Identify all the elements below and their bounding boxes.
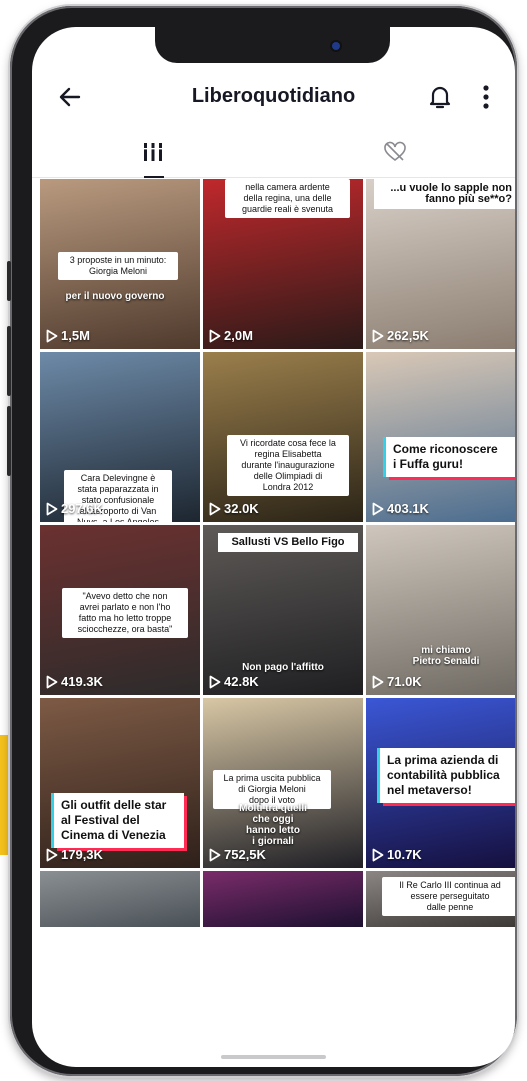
view-count: 2,0M — [209, 328, 253, 343]
video-overlay-text: per il nuovo governo — [65, 291, 165, 302]
more-vertical-icon — [483, 85, 489, 109]
home-indicator[interactable] — [221, 1055, 326, 1059]
play-icon — [46, 502, 58, 515]
more-options-button[interactable] — [474, 79, 498, 115]
video-caption: Come riconoscere i Fuffa guru! — [386, 437, 515, 477]
view-count-text: 419.3K — [61, 674, 103, 689]
volume-up-button — [7, 326, 11, 396]
play-icon — [209, 329, 221, 342]
volume-down-button — [7, 406, 11, 476]
view-count-text: 752,5K — [224, 847, 266, 862]
tab-videos[interactable] — [32, 127, 273, 178]
view-count: 419.3K — [46, 674, 103, 689]
play-icon — [209, 848, 221, 861]
video-thumbnail[interactable]: "Avevo detto che non avrei parlato e non … — [40, 525, 200, 695]
view-count-text: 2,0M — [224, 328, 253, 343]
play-icon — [372, 848, 384, 861]
view-count-text: 32.0K — [224, 501, 259, 516]
view-count: 71.0K — [372, 674, 422, 689]
phone-frame: Liberoquotidiano 3 proposte in un minuto… — [7, 6, 517, 1076]
view-count: 42.8K — [209, 674, 259, 689]
video-thumbnail[interactable]: mi chiamo Pietro Senaldi 71.0K — [366, 525, 515, 695]
view-count: 752,5K — [209, 847, 266, 862]
play-icon — [209, 502, 221, 515]
play-icon — [46, 329, 58, 342]
view-count: 1,5M — [46, 328, 90, 343]
video-thumbnail[interactable] — [203, 871, 363, 927]
play-icon — [209, 675, 221, 688]
video-thumbnail[interactable]: 3 proposte in un minuto: Giorgia Meloni pe… — [40, 179, 200, 349]
view-count: 297.6K — [46, 501, 103, 516]
video-caption: Vi ricordate cosa fece la regina Elisabet… — [227, 435, 349, 496]
view-count-text: 10.7K — [387, 847, 422, 862]
view-count-text: 42.8K — [224, 674, 259, 689]
mute-switch — [7, 261, 11, 301]
video-thumbnail[interactable]: La prima uscita pubblica di Giorgia Melon… — [203, 698, 363, 868]
tab-liked[interactable] — [274, 127, 515, 177]
play-icon — [372, 675, 384, 688]
tab-selected-indicator — [144, 176, 164, 178]
video-overlay-text: Molti tra quelli che oggi hanno letto i gio… — [239, 803, 307, 847]
view-count: 179,3K — [46, 847, 103, 862]
video-thumbnail[interactable]: nella camera ardente della regina, una de… — [203, 179, 363, 349]
hidden-heart-icon — [383, 141, 406, 162]
play-icon — [46, 675, 58, 688]
grid-icon — [142, 143, 163, 161]
view-count-text: 297.6K — [61, 501, 103, 516]
view-count-text: 179,3K — [61, 847, 103, 862]
video-thumbnail[interactable]: La prima azienda di contabilità pubblica n… — [366, 698, 515, 868]
video-grid: 3 proposte in un minuto: Giorgia Meloni pe… — [40, 179, 515, 1041]
view-count: 403.1K — [372, 501, 429, 516]
video-caption: ...u vuole lo sapple non fanno più se**o? — [374, 179, 515, 209]
video-thumbnail[interactable]: ...u vuole lo sapple non fanno più se**o?… — [366, 179, 515, 349]
video-thumbnail[interactable]: Sallusti VS Bello Figo Non pago l'affitto… — [203, 525, 363, 695]
video-caption: 3 proposte in un minuto: Giorgia Meloni — [58, 252, 178, 280]
video-thumbnail[interactable]: Vi ricordate cosa fece la regina Elisabet… — [203, 352, 363, 522]
video-thumbnail[interactable]: Come riconoscere i Fuffa guru! 403.1K — [366, 352, 515, 522]
view-count-text: 71.0K — [387, 674, 422, 689]
video-caption: nella camera ardente della regina, una de… — [225, 179, 350, 218]
video-thumbnail[interactable]: Il Re Carlo III continua ad essere perseg… — [366, 871, 515, 927]
video-overlay-text: Non pago l'affitto — [242, 662, 324, 673]
video-caption: "Avevo detto che non avrei parlato e non … — [62, 588, 188, 638]
front-camera — [332, 42, 340, 50]
phone-screen: Liberoquotidiano 3 proposte in un minuto… — [32, 27, 515, 1067]
view-count: 32.0K — [209, 501, 259, 516]
notch — [155, 27, 390, 63]
video-thumbnail[interactable]: Cara Delevingne è stata paparazzata in sta… — [40, 352, 200, 522]
play-icon — [372, 502, 384, 515]
video-caption: Gli outfit delle star al Festival del Cine… — [54, 793, 184, 848]
video-thumbnail[interactable]: Gli outfit delle star al Festival del Cine… — [40, 698, 200, 868]
profile-header: Liberoquotidiano — [32, 67, 515, 127]
play-icon — [372, 329, 384, 342]
bell-icon — [429, 86, 451, 109]
view-count: 262,5K — [372, 328, 429, 343]
view-count-text: 403.1K — [387, 501, 429, 516]
video-thumbnail[interactable] — [40, 871, 200, 927]
view-count-text: 1,5M — [61, 328, 90, 343]
video-caption: Sallusti VS Bello Figo — [218, 533, 358, 552]
view-count: 10.7K — [372, 847, 422, 862]
video-overlay-text: mi chiamo Pietro Senaldi — [412, 645, 480, 667]
notifications-button[interactable] — [422, 79, 458, 115]
profile-tabs — [32, 127, 515, 178]
video-caption: La prima azienda di contabilità pubblica n… — [380, 748, 515, 803]
video-caption: Il Re Carlo III continua ad essere perseg… — [382, 877, 515, 916]
view-count-text: 262,5K — [387, 328, 429, 343]
play-icon — [46, 848, 58, 861]
